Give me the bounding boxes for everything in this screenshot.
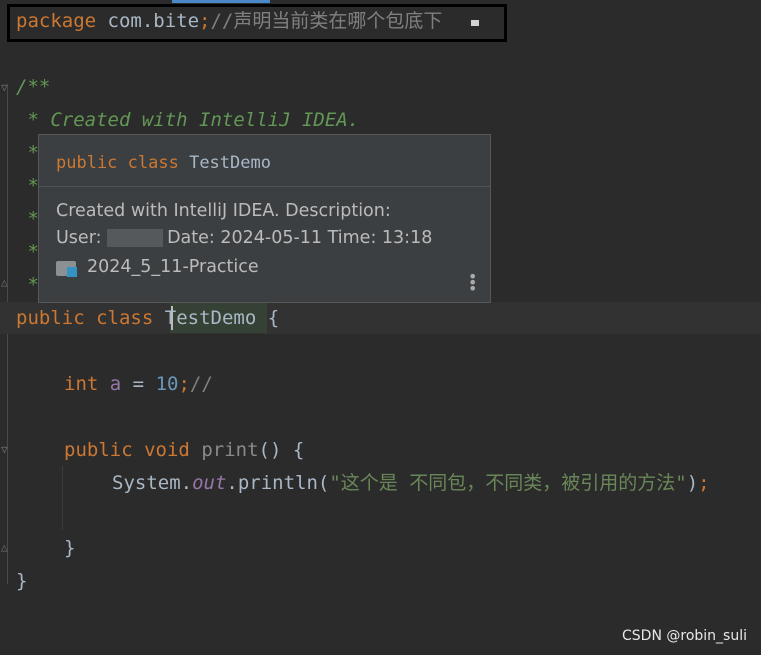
fold-close-icon[interactable]: △ (1, 542, 13, 554)
code-line-doc-star[interactable]: * (16, 236, 38, 269)
popup-body: Created with IntelliJ IDEA. Description:… (39, 187, 490, 281)
code-line-doc-created[interactable]: * Created with IntelliJ IDEA. (16, 104, 359, 137)
fold-close-icon[interactable]: △ (1, 277, 13, 289)
popup-project[interactable]: 2024_5_11-Practice (56, 254, 490, 281)
module-folder-icon (56, 259, 78, 277)
code-line-doc-open[interactable]: /** (16, 71, 50, 104)
watermark: CSDN @robin_suli (622, 628, 747, 644)
fold-open-icon[interactable]: ▽ (1, 444, 13, 456)
class-name[interactable]: TestDemo (165, 307, 257, 329)
code-line-doc-star[interactable]: * (16, 269, 38, 302)
vertical-dots-icon[interactable]: • • • (468, 269, 477, 297)
code-line-field[interactable]: int a = 10;// (64, 368, 213, 401)
editor-top-edge (0, 0, 761, 3)
text-caret (171, 306, 173, 330)
code-line-println[interactable]: System.out.println("这个是 不同包，不同类，被引用的方法")… (112, 467, 710, 500)
active-tab-indicator (172, 0, 270, 3)
code-line-doc-star[interactable]: * (16, 203, 38, 236)
code-line-method-close[interactable]: } (64, 532, 75, 565)
code-line-class-decl[interactable]: public class TestDemo { (16, 302, 279, 335)
code-line-doc-star[interactable]: * (16, 137, 38, 170)
fold-open-icon[interactable]: ▽ (1, 82, 13, 94)
popup-signature: public class TestDemo (39, 135, 490, 187)
quick-doc-popup[interactable]: public class TestDemo Created with Intel… (38, 134, 491, 303)
redacted-username (107, 229, 164, 247)
code-line-package[interactable]: package com.bite;//声明当前类在哪个包底下 (16, 5, 442, 38)
code-line-method-decl[interactable]: public void print() { (64, 434, 304, 467)
cursor-marker (471, 20, 479, 26)
gutter-line (7, 84, 8, 584)
code-line-doc-star[interactable]: * (16, 170, 38, 203)
indent-guide (62, 466, 63, 530)
code-line-class-close[interactable]: } (16, 565, 27, 598)
